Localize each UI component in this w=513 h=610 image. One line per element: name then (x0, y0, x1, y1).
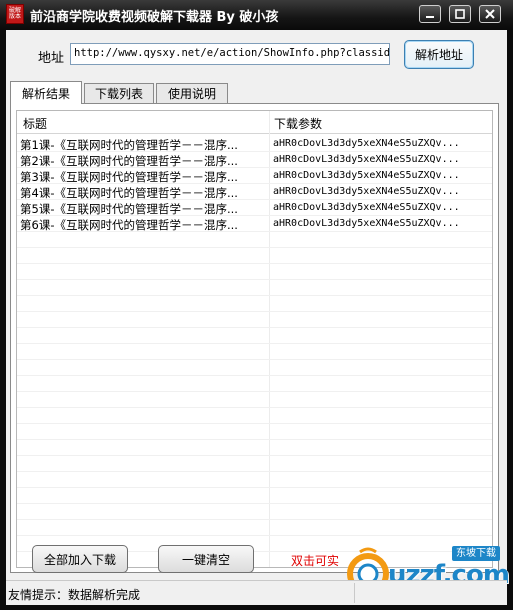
listview-header: 标题 下载参数 (17, 111, 492, 134)
table-row[interactable]: 第2课-《互联网时代的管理哲学－－混序... aHR0cDovL3d3dy5xe… (17, 152, 492, 168)
tab-parse-results[interactable]: 解析结果 (10, 81, 82, 104)
row-param: aHR0cDovL3d3dy5xeXN4eS5uZXQv... (273, 218, 460, 229)
table-row[interactable]: 第5课-《互联网时代的管理哲学－－混序... aHR0cDovL3d3dy5xe… (17, 200, 492, 216)
row-param: aHR0cDovL3d3dy5xeXN4eS5uZXQv... (273, 170, 460, 181)
grid-line (17, 311, 492, 312)
close-icon (485, 9, 495, 19)
title-bar[interactable]: 破解版本 前沿商学院收费视频破解下载器 By 破小孩 (0, 0, 513, 30)
row-param: aHR0cDovL3d3dy5xeXN4eS5uZXQv... (273, 154, 460, 165)
row-param: aHR0cDovL3d3dy5xeXN4eS5uZXQv... (273, 202, 460, 213)
address-label: 地址 (38, 51, 65, 66)
grid-line (17, 471, 492, 472)
grid-line (17, 359, 492, 360)
grid-line (17, 247, 492, 248)
column-header-params[interactable]: 下载参数 (274, 115, 322, 132)
grid-line (17, 535, 492, 536)
grid-line (17, 487, 492, 488)
column-header-title[interactable]: 标题 (23, 115, 47, 132)
status-divider (354, 583, 355, 603)
table-row[interactable]: 第6课-《互联网时代的管理哲学－－混序... aHR0cDovL3d3dy5xe… (17, 216, 492, 232)
status-bar: 友情提示：数据解析完成 (6, 580, 507, 605)
grid-line (17, 343, 492, 344)
add-all-download-button[interactable]: 全部加入下载 (32, 545, 128, 573)
double-click-hint: 双击可实 (291, 554, 340, 568)
grid-line (17, 279, 492, 280)
table-row[interactable]: 第1课-《互联网时代的管理哲学－－混序... aHR0cDovL3d3dy5xe… (17, 136, 492, 152)
table-row[interactable]: 第4课-《互联网时代的管理哲学－－混序... aHR0cDovL3d3dy5xe… (17, 184, 492, 200)
grid-line (17, 263, 492, 264)
grid-line (17, 503, 492, 504)
grid-line (17, 215, 492, 216)
table-row[interactable]: 第3课-《互联网时代的管理哲学－－混序... aHR0cDovL3d3dy5xe… (17, 168, 492, 184)
window-title: 前沿商学院收费视频破解下载器 By 破小孩 (30, 10, 279, 25)
tab-download-list[interactable]: 下载列表 (84, 83, 154, 103)
grid-line (17, 391, 492, 392)
tab-panel-parse-results: 标题 下载参数 第1课-《互联网时代的管理哲学－－混序... aHR0cDovL… (10, 103, 499, 573)
close-button[interactable] (479, 5, 501, 23)
app-logo-icon: 破解版本 (6, 4, 24, 24)
grid-line (17, 439, 492, 440)
app-window: 破解版本 前沿商学院收费视频破解下载器 By 破小孩 地址 http://www… (0, 0, 513, 610)
results-listview[interactable]: 标题 下载参数 第1课-《互联网时代的管理哲学－－混序... aHR0cDovL… (16, 110, 493, 568)
grid-line (17, 183, 492, 184)
grid-line (17, 327, 492, 328)
grid-line (17, 151, 492, 152)
grid-line (17, 295, 492, 296)
maximize-button[interactable] (449, 5, 471, 23)
grid-line (17, 375, 492, 376)
client-area: 地址 http://www.qysxy.net/e/action/ShowInf… (6, 30, 510, 605)
parse-address-button[interactable]: 解析地址 (404, 40, 474, 69)
watermark-badge: 东坡下载 (452, 546, 500, 561)
address-input[interactable]: http://www.qysxy.net/e/action/ShowInfo.p… (70, 43, 390, 65)
maximize-icon (455, 9, 465, 19)
minimize-button[interactable] (419, 5, 441, 23)
tab-instructions[interactable]: 使用说明 (156, 83, 228, 103)
grid-line (17, 199, 492, 200)
grid-line (17, 231, 492, 232)
clear-all-button[interactable]: 一键清空 (158, 545, 254, 573)
status-message: 友情提示：数据解析完成 (8, 588, 141, 602)
grid-line (17, 167, 492, 168)
grid-line (17, 423, 492, 424)
row-param: aHR0cDovL3d3dy5xeXN4eS5uZXQv... (273, 138, 460, 149)
grid-line (17, 519, 492, 520)
minimize-icon (426, 16, 434, 18)
grid-line (17, 407, 492, 408)
grid-line (17, 455, 492, 456)
row-param: aHR0cDovL3d3dy5xeXN4eS5uZXQv... (273, 186, 460, 197)
